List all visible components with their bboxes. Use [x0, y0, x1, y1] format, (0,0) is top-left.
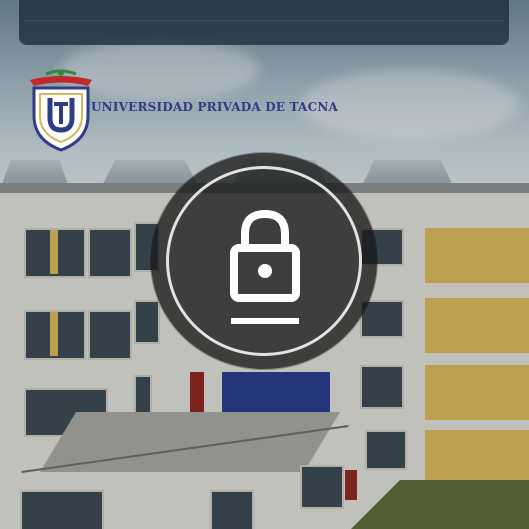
university-logo: [30, 69, 92, 152]
lock-icon: [230, 209, 300, 324]
top-bar: [19, 0, 509, 45]
university-name: UNIVERSIDAD PRIVADA DE TACNA: [91, 100, 338, 114]
lock-screen: UNIVERSIDAD PRIVADA DE TACNA: [0, 0, 529, 529]
top-bar-divider: [24, 20, 504, 21]
